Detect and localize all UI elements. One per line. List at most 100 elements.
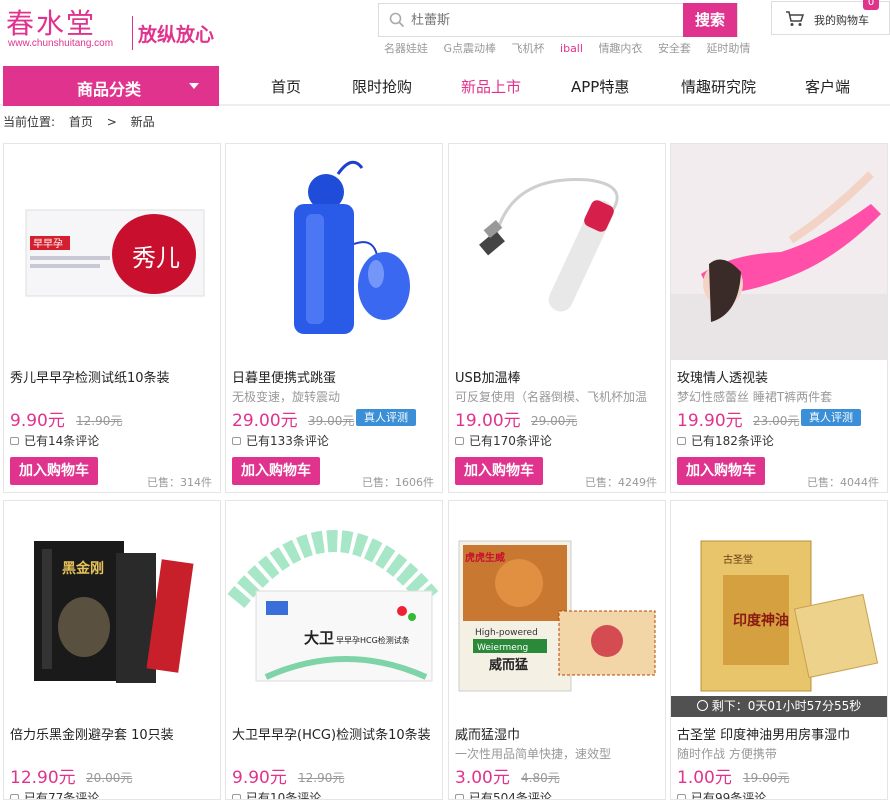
- product-image[interactable]: [671, 144, 887, 360]
- product-reviews[interactable]: 已有99条评论: [677, 789, 766, 799]
- svg-text:早早孕HCG检测试条: 早早孕HCG检测试条: [336, 635, 410, 645]
- review-tag-badge[interactable]: 真人评测: [356, 409, 416, 426]
- product-card[interactable]: 日暮里便携式跳蛋 无极变速，旋转震动 29.00元 39.00元 真人评测 已有…: [225, 143, 443, 493]
- product-card[interactable]: 虎虎生威 High-powered Weiermeng 威而猛 威而猛湿巾 一次…: [448, 500, 666, 800]
- product-image[interactable]: 黑金刚: [4, 501, 220, 717]
- hot-keyword[interactable]: G点震动棒: [444, 42, 497, 55]
- search-button[interactable]: 搜索: [683, 3, 737, 37]
- product-reviews[interactable]: 已有133条评论: [232, 432, 329, 449]
- nav-item-app-deals[interactable]: APP特惠: [571, 76, 629, 97]
- category-menu-button[interactable]: 商品分类: [3, 66, 219, 106]
- breadcrumb-current: 新品: [130, 115, 155, 129]
- breadcrumb-home[interactable]: 首页: [69, 115, 93, 129]
- hot-keywords: 名器娃娃 G点震动棒 飞机杯 iball 情趣内衣 安全套 延时助情: [384, 40, 762, 56]
- product-reviews[interactable]: 已有182条评论: [677, 432, 774, 449]
- svg-text:古圣堂: 古圣堂: [723, 553, 753, 566]
- add-to-cart-button[interactable]: 加入购物车: [677, 457, 765, 485]
- product-sold-count: 已售：4044件: [807, 476, 879, 489]
- hot-keyword[interactable]: 安全套: [658, 42, 691, 55]
- product-name[interactable]: 日暮里便携式跳蛋: [232, 367, 336, 386]
- add-to-cart-button[interactable]: 加入购物车: [10, 457, 98, 485]
- svg-text:虎虎生威: 虎虎生威: [465, 551, 505, 564]
- product-name[interactable]: 秀儿早早孕检测试纸10条装: [10, 367, 170, 386]
- product-original-price: 20.00元: [86, 771, 133, 785]
- brand-logo[interactable]: 春水堂 www.chunshuitang.com 放纵放心: [4, 2, 234, 56]
- svg-text:印度神油: 印度神油: [733, 612, 789, 629]
- product-card[interactable]: 黑金刚 倍力乐黑金刚避孕套 10只装 12.90元 20.00元 已有77条评论: [3, 500, 221, 800]
- product-card[interactable]: 古圣堂 印度神油 剩下：0天01小时57分55秒 古圣堂 印度神油男用房事湿巾 …: [670, 500, 888, 800]
- product-original-price: 29.00元: [531, 414, 578, 428]
- product-subtitle: 可反复使用（名器倒模、飞机杯加温: [455, 390, 648, 404]
- product-original-price: 39.00元: [308, 414, 355, 428]
- breadcrumb: 当前位置: 首页 > 新品: [3, 113, 165, 130]
- product-original-price: 4.80元: [521, 771, 560, 785]
- product-original-price: 12.90元: [298, 771, 345, 785]
- product-price: 9.90元: [232, 768, 287, 788]
- product-reviews[interactable]: 已有14条评论: [10, 432, 99, 449]
- cart-label: 我的购物车: [814, 14, 869, 27]
- product-name[interactable]: 大卫早早孕(HCG)检测试条10条装: [232, 724, 431, 743]
- product-card[interactable]: 大卫 早早孕HCG检测试条 大卫早早孕(HCG)检测试条10条装 9.90元 1…: [225, 500, 443, 800]
- product-subtitle: 无极变速，旋转震动: [232, 390, 341, 404]
- product-reviews[interactable]: 已有10条评论: [232, 789, 321, 799]
- product-reviews[interactable]: 已有504条评论: [455, 789, 552, 799]
- product-card[interactable]: 早早孕 秀儿 秀儿早早孕检测试纸10条装 9.90元 12.90元 已有14条评…: [3, 143, 221, 493]
- nav-item-home[interactable]: 首页: [271, 76, 301, 97]
- hot-keyword[interactable]: 情趣内衣: [598, 42, 642, 55]
- comment-icon: [232, 437, 241, 445]
- product-subtitle: 梦幻性感蕾丝 睡裙T裤两件套: [677, 390, 833, 404]
- hot-keyword[interactable]: iball: [560, 42, 583, 55]
- nav-item-flash-sale[interactable]: 限时抢购: [352, 76, 412, 97]
- product-sold-count: 已售：314件: [147, 476, 212, 489]
- svg-text:High-powered: High-powered: [475, 628, 538, 638]
- product-price: 12.90元: [10, 768, 76, 788]
- product-name[interactable]: 倍力乐黑金刚避孕套 10只装: [10, 724, 174, 743]
- cart-button[interactable]: 我的购物车 0: [771, 0, 890, 35]
- comment-icon: [455, 437, 464, 445]
- logo-divider: [132, 16, 133, 50]
- add-to-cart-button[interactable]: 加入购物车: [232, 457, 320, 485]
- comment-icon: [455, 794, 464, 799]
- nav-item-institute[interactable]: 情趣研究院: [681, 76, 756, 97]
- product-image[interactable]: [226, 144, 442, 360]
- product-image[interactable]: [449, 144, 665, 360]
- hot-keyword[interactable]: 飞机杯: [512, 42, 545, 55]
- search-input[interactable]: [411, 4, 681, 36]
- svg-text:威而猛: 威而猛: [489, 657, 528, 673]
- svg-text:大卫: 大卫: [304, 629, 334, 647]
- product-card[interactable]: 玫瑰情人透视装 梦幻性感蕾丝 睡裙T裤两件套 19.90元 23.00元 真人评…: [670, 143, 888, 493]
- comment-icon: [232, 794, 241, 799]
- product-image[interactable]: 大卫 早早孕HCG检测试条: [226, 501, 442, 717]
- header: 春水堂 www.chunshuitang.com 放纵放心 搜索 名器娃娃 G点…: [0, 0, 890, 62]
- product-price: 1.00元: [677, 768, 732, 788]
- brand-slogan: 放纵放心: [138, 24, 215, 46]
- product-name[interactable]: 威而猛湿巾: [455, 724, 520, 743]
- product-reviews[interactable]: 已有77条评论: [10, 789, 99, 799]
- product-sold-count: 已售：1606件: [362, 476, 434, 489]
- product-name[interactable]: 古圣堂 印度神油男用房事湿巾: [677, 724, 850, 743]
- product-price: 9.90元: [10, 411, 65, 431]
- product-reviews[interactable]: 已有170条评论: [455, 432, 552, 449]
- product-card[interactable]: USB加温棒 可反复使用（名器倒模、飞机杯加温 19.00元 29.00元 已有…: [448, 143, 666, 493]
- product-sold-count: 已售：4249件: [585, 476, 657, 489]
- hot-keyword[interactable]: 延时助情: [706, 42, 750, 55]
- svg-text:黑金刚: 黑金刚: [62, 560, 104, 577]
- search-box: 搜索: [378, 3, 738, 37]
- review-tag-badge[interactable]: 真人评测: [801, 409, 861, 426]
- comment-icon: [677, 794, 686, 799]
- product-image[interactable]: 虎虎生威 High-powered Weiermeng 威而猛: [449, 501, 665, 717]
- product-name[interactable]: 玫瑰情人透视装: [677, 367, 768, 386]
- svg-text:秀儿: 秀儿: [132, 244, 180, 272]
- add-to-cart-button[interactable]: 加入购物车: [455, 457, 543, 485]
- product-subtitle: 随时作战 方便携带: [677, 747, 777, 761]
- nav-item-new-arrivals[interactable]: 新品上市: [461, 76, 521, 97]
- nav-item-client[interactable]: 客户端: [805, 76, 850, 97]
- product-name[interactable]: USB加温棒: [455, 367, 521, 386]
- product-image[interactable]: 早早孕 秀儿: [4, 144, 220, 360]
- product-price: 3.00元: [455, 768, 510, 788]
- hot-keyword[interactable]: 名器娃娃: [384, 42, 428, 55]
- product-original-price: 23.00元: [753, 414, 800, 428]
- product-image[interactable]: 古圣堂 印度神油 剩下：0天01小时57分55秒: [671, 501, 887, 717]
- comment-icon: [677, 437, 686, 445]
- comment-icon: [10, 794, 19, 799]
